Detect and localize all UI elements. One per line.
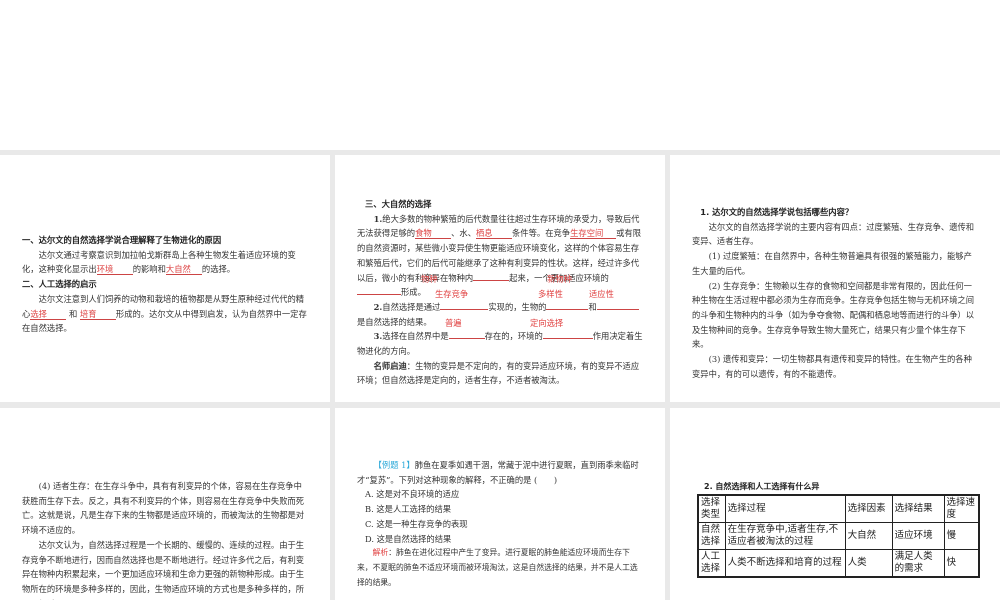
question-1: 1.绝大多数的物种繁殖的后代数量往往超过生存环境的承受力，导致后代无法获得足够的… — [357, 213, 641, 298]
answer-blank — [357, 294, 401, 296]
slide-thumbnail-3[interactable]: 1. 达尔文的自然选择学说包括哪些内容？ 达尔文的自然选择学说的主要内容有四点：… — [670, 155, 1000, 402]
answer-blank — [440, 308, 489, 310]
option-d: D. 这是自然选择的结果 — [365, 533, 452, 544]
table-cell: 慢 — [943, 522, 980, 550]
option-a: A. 这是对不良环境的适应 — [365, 489, 460, 500]
answer-overlay: 物种 — [421, 274, 438, 284]
paragraph: 达尔文通过考察意识到加拉帕戈斯群岛上各种生物发生着适应环境的变化，这种变化显示出… — [22, 249, 296, 276]
section-heading: 三、大自然的选择 — [365, 199, 432, 209]
answer-overlay: 新物种 — [547, 274, 572, 284]
answer-blank — [473, 279, 510, 281]
slide-thumbnail-1[interactable]: 一、达尔文的自然选择学说合理解释了生物进化的原因 达尔文通过考察意识到加拉帕戈斯… — [0, 155, 330, 402]
answer-blank: 生存空间 — [570, 228, 617, 240]
option-c: C. 这是一种生存竞争的表现 — [365, 518, 468, 529]
table-cell: 快 — [943, 548, 980, 578]
table-header: 选择因素 — [844, 494, 893, 523]
comparison-table: 选择类型 选择过程 选择因素 选择结果 选择速度 自然选择 在生存竞争中,适者生… — [697, 494, 980, 578]
answer-blank: 食物 — [415, 228, 452, 240]
paragraph: (1) 过度繁殖：在自然界中，各种生物普遍具有很强的繁殖能力，能够产生大量的后代… — [692, 251, 972, 276]
table-header: 选择类型 — [697, 494, 726, 523]
section-heading: 二、人工选择的启示 — [22, 279, 97, 290]
question-3: 3.选择在自然界中是 存在的，环境的 作用决定着生物进化的方向。 — [357, 331, 643, 357]
teacher-tip: 名师启迪：生物的变异是不定向的，有的变异适应环境，有的变异不适应环境；但自然选择… — [357, 360, 640, 386]
answer-overlay: 生存竞争 — [435, 289, 469, 299]
paragraph: 达尔文注意到人们饲养的动物和栽培的植物都是从野生原种经过代代的精心选择 和 培育… — [22, 293, 307, 334]
slide-thumbnail-4[interactable]: (4) 适者生存：在生存斗争中，具有有利变异的个体，容易在生存竞争中获胜而生存下… — [0, 408, 330, 600]
slide-thumbnail-5[interactable]: 【例题 1】肺鱼在夏季如遇干涸，常藏于泥中进行夏眠，直到雨季来临时才“复苏”。下… — [335, 408, 665, 600]
analysis: 解析：肺鱼在进化过程中产生了变异。进行夏眠的肺鱼能适应环境而生存下来，不夏眠的肺… — [357, 548, 638, 587]
table-header: 选择过程 — [724, 494, 846, 523]
answer-blank — [596, 308, 639, 310]
paragraph: 达尔文认为，自然选择过程是一个长期的、缓慢的、连续的过程。由于生存竞争不断地进行… — [22, 539, 305, 600]
answer-blank: 栖息 — [476, 228, 512, 240]
answer-overlay: 定向选择 — [530, 318, 564, 328]
table-cell: 满足人类的需求 — [891, 548, 945, 578]
section-heading: 一、达尔文的自然选择学说合理解释了生物进化的原因 — [22, 235, 222, 245]
example-tag: 【例题 1】 — [373, 460, 415, 470]
answer-blank: 培育 — [79, 309, 116, 320]
answer-blank: 大自然 — [165, 264, 202, 276]
answer-blank — [546, 308, 589, 310]
table-cell: 人工选择 — [697, 548, 726, 578]
table-header-row: 选择类型 选择过程 选择因素 选择结果 选择速度 — [697, 494, 980, 523]
option-b: B. 这是人工选择的结果 — [365, 504, 452, 515]
table-cell: 在生存竞争中,适者生存,不适应者被淘汰的过程 — [724, 522, 846, 550]
answer-overlay: 多样性 — [538, 289, 563, 299]
answer-blank — [542, 338, 593, 340]
paragraph: (2) 生存竞争：生物赖以生存的食物和空间都是非常有限的，因此任何一种生物在生活… — [692, 280, 975, 350]
table-header: 选择结果 — [891, 494, 945, 523]
table-row: 人工选择 人类不断选择和培育的过程 人类 满足人类的需求 快 — [697, 548, 980, 578]
question-heading: 1. 达尔文的自然选择学说包括哪些内容？ — [700, 207, 854, 217]
example-question: 【例题 1】肺鱼在夏季如遇干涸，常藏于泥中进行夏眠，直到雨季来临时才“复苏”。下… — [357, 460, 639, 485]
answer-overlay: 普遍 — [445, 318, 462, 328]
answer-blank: 选择 — [30, 309, 67, 320]
table-cell: 自然选择 — [697, 522, 726, 550]
table-cell: 适应环境 — [891, 522, 945, 550]
answer-blank — [448, 338, 485, 340]
table-cell: 人类不断选择和培育的过程 — [724, 548, 846, 578]
question-heading: 2. 自然选择和人工选择有什么异 — [704, 482, 820, 491]
table-cell: 大自然 — [844, 522, 893, 550]
answer-blank: 环境 — [96, 264, 133, 276]
paragraph: 达尔文的自然选择学说的主要内容有四点：过度繁殖、生存竞争、遗传和变异、适者生存。 — [692, 221, 975, 247]
table-cell: 人类 — [844, 548, 893, 578]
paragraph: (4) 适者生存：在生存斗争中，具有有利变异的个体，容易在生存竞争中获胜而生存下… — [22, 481, 305, 536]
slide-thumbnail-6[interactable]: 2. 自然选择和人工选择有什么异 选择类型 选择过程 选择因素 选择结果 选择速… — [670, 408, 1000, 600]
slide-thumbnail-2[interactable]: 三、大自然的选择 1.绝大多数的物种繁殖的后代数量往往超过生存环境的承受力，导致… — [335, 155, 665, 402]
paragraph: (3) 遗传和变异：一切生物都具有遗传和变异的特性。在生物产生的各种变异中，有的… — [692, 354, 972, 379]
table-header: 选择速度 — [943, 494, 980, 523]
answer-overlay: 适应性 — [589, 289, 614, 299]
question-2: 2.自然选择是通过 实现的，生物的 和是自然选择的结果。 — [357, 300, 645, 329]
table-row: 自然选择 在生存竞争中,适者生存,不适应者被淘汰的过程 大自然 适应环境 慢 — [697, 522, 980, 550]
